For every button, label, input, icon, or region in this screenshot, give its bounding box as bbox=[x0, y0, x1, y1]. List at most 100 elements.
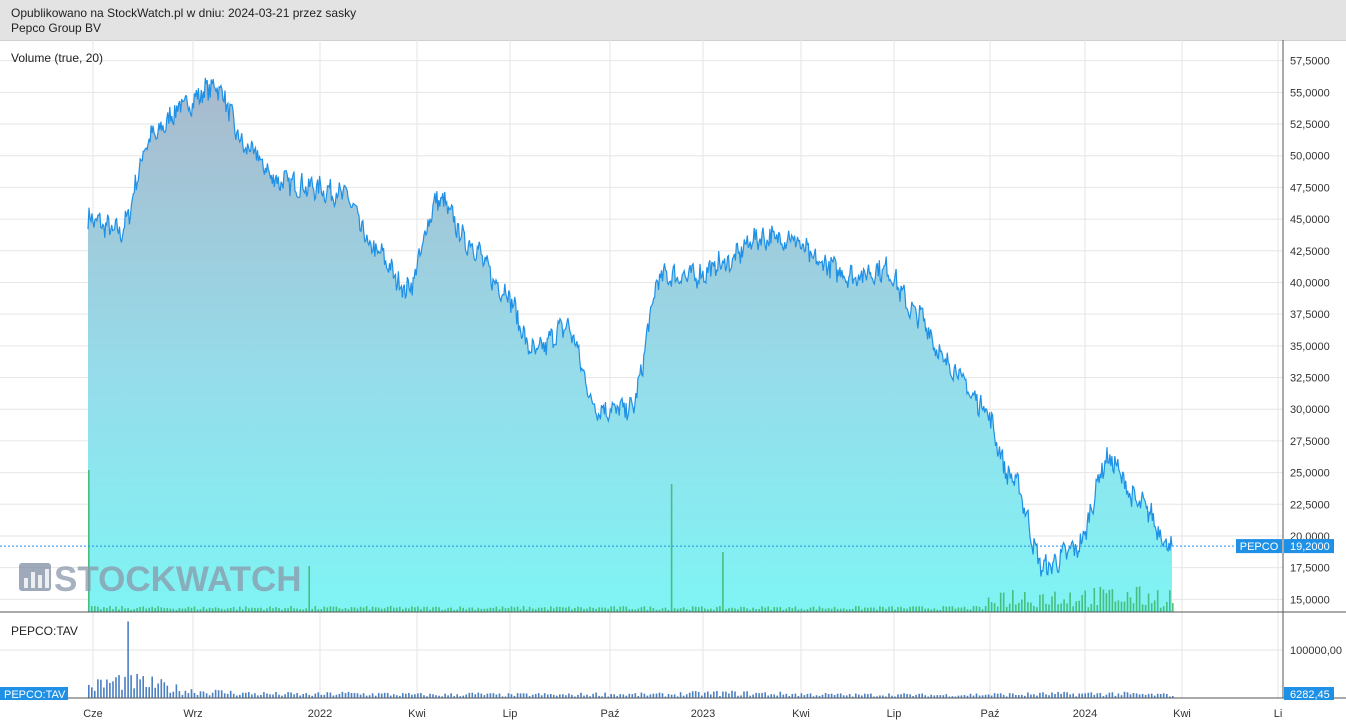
volume-bar bbox=[408, 608, 410, 612]
volume-bar bbox=[1060, 603, 1062, 612]
tav-bar bbox=[516, 693, 519, 698]
tav-bar bbox=[864, 693, 866, 698]
volume-bar bbox=[486, 608, 489, 612]
volume-bar bbox=[1114, 601, 1117, 612]
volume-bar bbox=[211, 608, 214, 612]
volume-bar bbox=[1021, 599, 1023, 612]
volume-bar bbox=[1027, 602, 1029, 612]
price-chart[interactable]: 57,5000 55,0000 52,5000 50,0000 47,5000 45,00… bbox=[0, 0, 1346, 721]
y-tick-label: 25,0000 bbox=[1290, 468, 1330, 480]
volume-bar bbox=[752, 607, 754, 612]
x-tick-label: Li bbox=[1274, 708, 1283, 720]
volume-bar bbox=[652, 608, 655, 612]
tav-bar bbox=[199, 691, 202, 698]
tav-bar bbox=[314, 693, 317, 698]
tav-bar bbox=[547, 694, 549, 698]
x-tick-label: Cze bbox=[83, 708, 103, 720]
volume-bar bbox=[121, 606, 123, 612]
tav-bar bbox=[163, 682, 166, 698]
volume-bar bbox=[942, 606, 945, 612]
volume-bar bbox=[109, 606, 111, 612]
y-tick-label: 27,5000 bbox=[1290, 436, 1330, 448]
tav-bar bbox=[1123, 691, 1126, 698]
series-tag: PEPCO bbox=[1240, 541, 1279, 553]
tav-bar bbox=[610, 694, 612, 698]
volume-bar bbox=[1172, 603, 1174, 612]
tav-bar bbox=[133, 688, 135, 698]
tav-bar bbox=[1126, 692, 1129, 698]
volume-bar bbox=[278, 608, 280, 612]
tav-bar bbox=[492, 693, 495, 698]
y-tick-label: 40,0000 bbox=[1290, 277, 1330, 289]
volume-bar bbox=[839, 608, 842, 612]
tav-bar bbox=[145, 687, 147, 698]
tav-bar bbox=[468, 692, 471, 698]
tav-bar bbox=[592, 693, 594, 698]
tav-bar bbox=[417, 693, 419, 698]
volume-bar bbox=[163, 608, 166, 612]
tav-bar bbox=[918, 693, 920, 698]
volume-bar bbox=[550, 606, 552, 612]
volume-bar bbox=[1093, 588, 1096, 612]
x-tick-label: Kwi bbox=[1173, 708, 1191, 720]
volume-bar bbox=[269, 606, 271, 612]
tav-bar bbox=[359, 694, 362, 698]
tav-bar bbox=[109, 682, 111, 698]
volume-bar bbox=[565, 607, 567, 612]
tav-bar bbox=[220, 690, 223, 698]
volume-bar bbox=[543, 607, 546, 612]
tav-bar bbox=[305, 693, 307, 698]
tav-bar bbox=[284, 694, 286, 698]
tav-bar bbox=[827, 694, 830, 698]
volume-bar bbox=[142, 606, 144, 612]
volume-bar bbox=[399, 606, 401, 612]
y-tick-label: 52,5000 bbox=[1290, 119, 1330, 131]
tav-bar bbox=[510, 694, 513, 698]
tav-bar bbox=[386, 693, 389, 698]
tav-bar bbox=[848, 694, 851, 698]
stockwatch-watermark: STOCKWATCH bbox=[19, 560, 302, 599]
tav-bar bbox=[1096, 693, 1099, 698]
tav-bar bbox=[1129, 694, 1132, 698]
tav-bar bbox=[127, 621, 129, 698]
tav-bar bbox=[205, 693, 208, 698]
volume-bar bbox=[1166, 601, 1168, 612]
volume-bar bbox=[1129, 597, 1132, 612]
volume-bar bbox=[625, 606, 628, 612]
volume-bar bbox=[972, 606, 975, 612]
tav-bar bbox=[229, 690, 232, 698]
volume-bar bbox=[562, 607, 564, 612]
tav-bar bbox=[402, 693, 404, 698]
tav-bar bbox=[1087, 692, 1090, 698]
volume-bar bbox=[169, 608, 172, 612]
tav-bar bbox=[444, 693, 446, 698]
volume-bar bbox=[504, 608, 507, 612]
volume-bar bbox=[1169, 590, 1171, 612]
tav-bar bbox=[489, 693, 492, 698]
volume-bar bbox=[1132, 603, 1135, 612]
y-tick-label: 35,0000 bbox=[1290, 341, 1330, 353]
volume-bar bbox=[1138, 586, 1141, 612]
volume-bar bbox=[957, 607, 960, 612]
tav-bar bbox=[794, 693, 797, 698]
tav-bar bbox=[151, 676, 153, 698]
tav-bar bbox=[1060, 693, 1062, 698]
volume-bar bbox=[344, 608, 347, 612]
volume-bar bbox=[577, 606, 579, 612]
tav-bar bbox=[148, 687, 150, 698]
tav-bar bbox=[242, 692, 244, 698]
tav-bar bbox=[393, 694, 395, 698]
volume-bar bbox=[438, 607, 440, 612]
volume-bar bbox=[389, 606, 392, 612]
tav-bar bbox=[275, 691, 277, 698]
volume-bar bbox=[507, 608, 510, 612]
tav-bar bbox=[94, 690, 96, 698]
volume-bar bbox=[710, 608, 712, 612]
indicator-label: Volume (true, 20) bbox=[11, 51, 103, 65]
volume-bar bbox=[912, 606, 914, 612]
tav-bar bbox=[679, 692, 682, 698]
volume-bar bbox=[1018, 602, 1020, 612]
tav-bar bbox=[477, 692, 480, 698]
y-tick-label: 45,0000 bbox=[1290, 214, 1330, 226]
volume-bar bbox=[145, 608, 147, 612]
